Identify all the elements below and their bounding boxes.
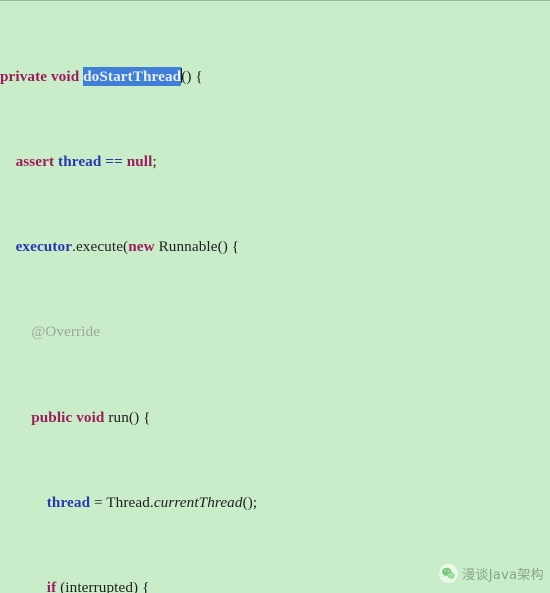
token-plain: Runnable() { [154, 238, 240, 256]
selected-identifier[interactable]: doStartThread [83, 66, 182, 86]
token-plain: = Thread. [90, 493, 154, 511]
token-keyword: new [128, 238, 155, 256]
code-line[interactable]: thread = Thread.currentThread(); [0, 492, 550, 513]
code-line[interactable]: executor.execute(new Runnable() { [0, 236, 550, 257]
token-field: executor [15, 238, 73, 256]
code-line[interactable]: private void doStartThread() { [0, 66, 550, 87]
token-keyword: private void [0, 67, 84, 85]
code-line[interactable]: if (interrupted) { [0, 577, 550, 593]
token-annotation: @Override [31, 323, 101, 341]
code-editor-viewport[interactable]: private void doStartThread() { assert th… [0, 0, 550, 593]
code-line[interactable]: public void run() { [0, 407, 550, 428]
token-plain: run() { [104, 408, 151, 426]
token-field: thread == [54, 153, 127, 171]
token-keyword: assert [15, 153, 55, 171]
token-plain: ; [152, 153, 157, 171]
token-plain: () { [181, 67, 203, 85]
code-line[interactable]: @Override [0, 321, 550, 342]
token-static-method: currentThread [153, 493, 243, 511]
code-line[interactable]: assert thread == null; [0, 151, 550, 172]
token-plain: (interrupted) { [56, 579, 150, 593]
token-keyword: null [126, 153, 153, 171]
token-keyword: public void [31, 408, 105, 426]
token-field: thread [46, 493, 91, 511]
token-keyword: if [46, 579, 57, 593]
token-plain: .execute( [72, 238, 129, 256]
token-plain: (); [242, 493, 258, 511]
code-content[interactable]: private void doStartThread() { assert th… [0, 1, 550, 593]
